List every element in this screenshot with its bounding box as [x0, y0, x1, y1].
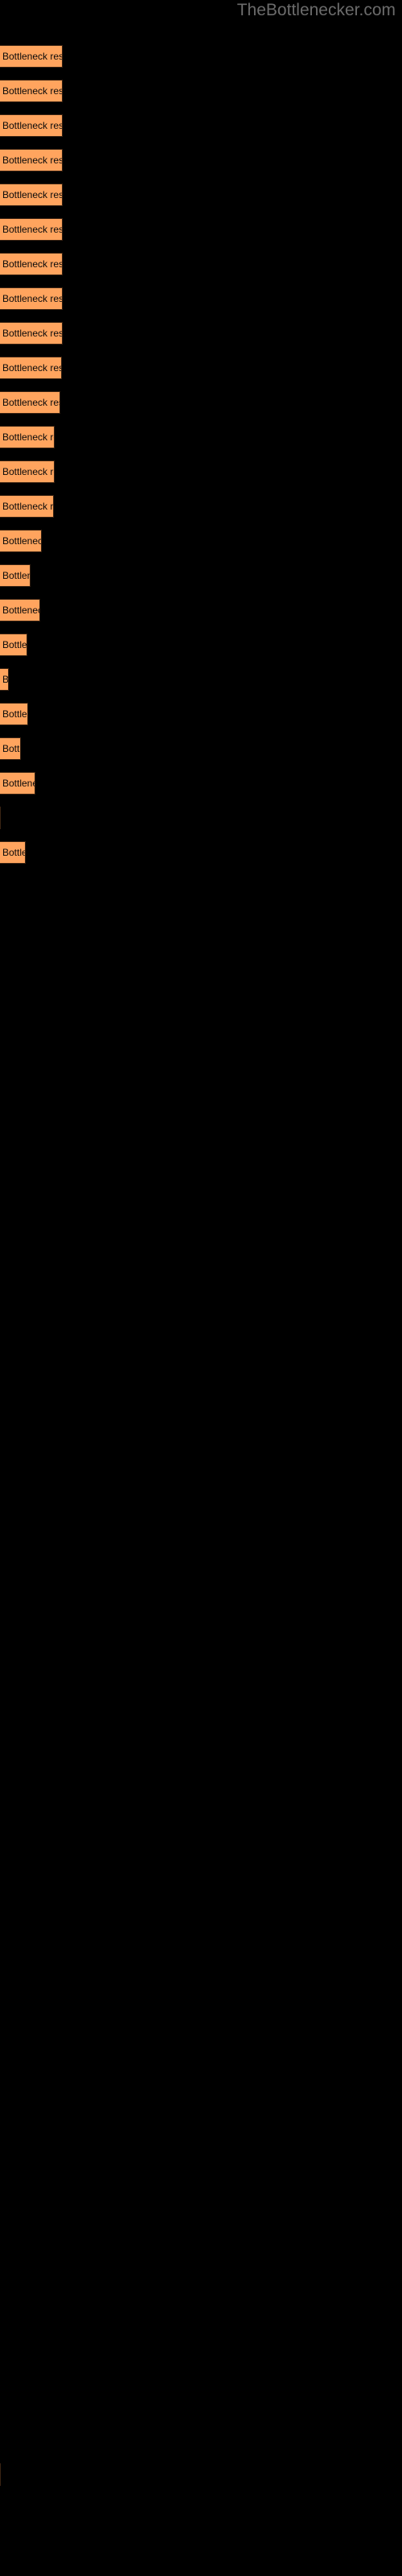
bar-14[interactable]: Bottleneck result	[0, 495, 54, 518]
bar-label: Bottleneck result	[2, 674, 9, 685]
bar-label: Bottleneck result	[2, 120, 63, 131]
bar-series: Bottleneck result Bottleneck result Bottle…	[0, 0, 402, 2576]
bar-1[interactable]: Bottleneck result	[0, 45, 63, 68]
bar-13[interactable]: Bottleneck result	[0, 460, 55, 483]
bar-label: Bottleneck result	[2, 258, 63, 270]
bar-23[interactable]: Bottleneck result	[0, 807, 1, 829]
bar-22[interactable]: Bottleneck result	[0, 772, 35, 795]
bar-12[interactable]: Bottleneck result	[0, 426, 55, 448]
bar-label: Bottleneck result	[2, 847, 25, 858]
bar-label: Bottleneck result	[2, 155, 63, 166]
bar-label: Bottleneck result	[2, 224, 63, 235]
bar-8[interactable]: Bottleneck result	[0, 287, 63, 310]
bar-2[interactable]: Bottleneck result	[0, 80, 63, 102]
bar-label: Bottleneck result	[2, 605, 39, 616]
bar-19[interactable]: Bottleneck result	[0, 668, 9, 691]
bottleneck-chart: TheBottlenecker.com Bottleneck resultBot…	[0, 0, 402, 2576]
bar-label: Bottleneck result	[2, 570, 30, 581]
bar-25[interactable]: Bottleneck result	[0, 2463, 1, 2486]
bar-16[interactable]: Bottleneck result	[0, 564, 31, 587]
bar-17[interactable]: Bottleneck result	[0, 599, 40, 621]
bar-7[interactable]: Bottleneck result	[0, 253, 63, 275]
bar-label: Bottleneck result	[2, 743, 21, 754]
bar-6[interactable]: Bottleneck result	[0, 218, 63, 241]
bar-label: Bottleneck result	[2, 778, 35, 789]
bar-11[interactable]: Bottleneck result	[0, 391, 60, 414]
bar-label: Bottleneck result	[2, 535, 41, 547]
bar-label: Bottleneck result	[2, 189, 63, 200]
bar-label: Bottleneck result	[2, 708, 27, 720]
bar-label: Bottleneck result	[2, 501, 54, 512]
bar-4[interactable]: Bottleneck result	[0, 149, 63, 171]
bar-20[interactable]: Bottleneck result	[0, 703, 28, 725]
bar-label: Bottleneck result	[2, 362, 61, 374]
bar-label: Bottleneck result	[2, 85, 63, 97]
bar-label: Bottleneck result	[2, 639, 27, 650]
bar-5[interactable]: Bottleneck result	[0, 184, 63, 206]
bar-label: Bottleneck result	[2, 397, 59, 408]
bar-label: Bottleneck result	[2, 431, 54, 443]
bar-9[interactable]: Bottleneck result	[0, 322, 63, 345]
bar-21[interactable]: Bottleneck result	[0, 737, 21, 760]
bar-15[interactable]: Bottleneck result	[0, 530, 42, 552]
bar-10[interactable]: Bottleneck result	[0, 357, 62, 379]
bar-label: Bottleneck result	[2, 328, 63, 339]
bar-24[interactable]: Bottleneck result	[0, 841, 26, 864]
bar-label: Bottleneck result	[2, 466, 54, 477]
bar-18[interactable]: Bottleneck result	[0, 634, 27, 656]
bar-3[interactable]: Bottleneck result	[0, 114, 63, 137]
bar-label: Bottleneck result	[2, 51, 63, 62]
bar-label: Bottleneck result	[2, 293, 63, 304]
